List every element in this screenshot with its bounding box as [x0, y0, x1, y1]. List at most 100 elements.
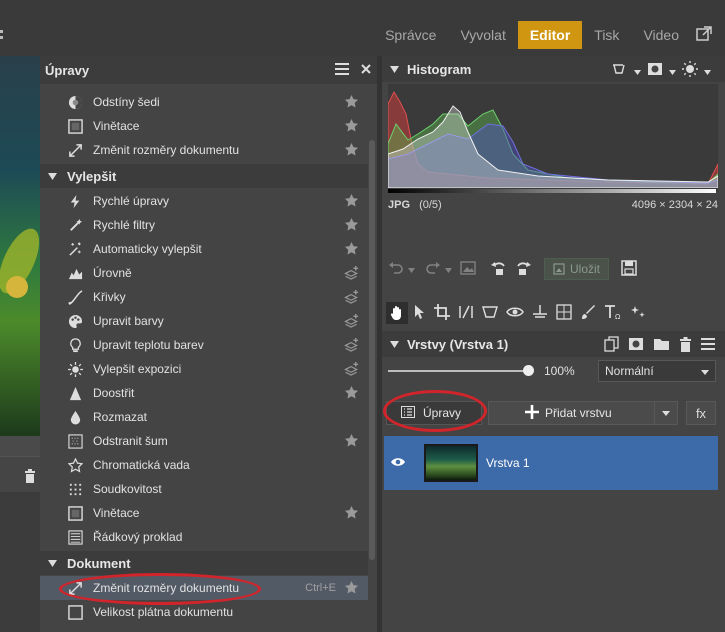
histogram-header[interactable]: Histogram: [382, 56, 725, 82]
menu-fragment-icon[interactable]: [0, 28, 6, 45]
blend-mode-select[interactable]: Normální: [598, 360, 716, 382]
tab-tisk[interactable]: Tisk: [582, 21, 631, 49]
star-icon[interactable]: [344, 142, 360, 158]
tab-video[interactable]: Video: [631, 21, 691, 49]
plus-icon: [525, 404, 539, 422]
mask-icon[interactable]: [647, 62, 663, 79]
adjustment-chromatic-aberration[interactable]: Chromatická vada: [40, 453, 368, 477]
opacity-slider[interactable]: [388, 370, 528, 372]
layer-plus-icon[interactable]: [344, 337, 360, 353]
sun-icon[interactable]: [682, 61, 698, 80]
adjustment-vignette-2[interactable]: Vinětace: [40, 501, 368, 525]
adjustment-levels[interactable]: Úrovně: [40, 261, 368, 285]
opacity-slider-thumb[interactable]: [523, 365, 534, 376]
layer-plus-icon[interactable]: [344, 361, 360, 377]
collapse-triangle-icon: [48, 169, 57, 183]
adjustment-blur[interactable]: Rozmazat: [40, 405, 368, 429]
star-icon[interactable]: [344, 580, 360, 596]
text-tool-icon[interactable]: Ω: [604, 304, 622, 323]
tab-spravce[interactable]: Správce: [373, 21, 448, 49]
adjustment-resize-document[interactable]: Změnit rozměry dokumentu: [40, 138, 368, 162]
star-icon[interactable]: [344, 217, 360, 233]
layer-effects-button[interactable]: fx: [686, 401, 716, 425]
undo-icon[interactable]: [388, 261, 404, 278]
external-window-icon[interactable]: [695, 25, 715, 45]
adjustment-denoise[interactable]: Odstranit šum: [40, 429, 368, 453]
section-document[interactable]: Dokument: [40, 551, 368, 575]
tab-editor[interactable]: Editor: [517, 21, 583, 49]
delete-layer-icon[interactable]: [679, 336, 692, 355]
layer-plus-icon[interactable]: [344, 313, 360, 329]
adjustment-grayscale[interactable]: Odstíny šedi: [40, 90, 368, 114]
hamburger-menu-icon[interactable]: [701, 338, 715, 353]
straighten-icon[interactable]: [458, 304, 474, 323]
image-compare-icon[interactable]: [460, 260, 476, 278]
hand-tool-icon[interactable]: [386, 302, 408, 324]
clone-icon[interactable]: [556, 303, 572, 323]
redo-icon[interactable]: [425, 261, 441, 278]
histogram-mode-icon[interactable]: [612, 62, 628, 79]
star-icon[interactable]: [344, 241, 360, 257]
select-arrow-icon[interactable]: [414, 304, 426, 323]
rotate-right-icon[interactable]: [514, 260, 532, 279]
chevron-down-icon[interactable]: [445, 262, 452, 276]
rotate-left-icon[interactable]: [490, 260, 508, 279]
hamburger-menu-icon[interactable]: [335, 62, 349, 78]
sharpen-icon: [67, 385, 83, 401]
trash-icon[interactable]: [24, 469, 36, 486]
adjustments-button[interactable]: Úpravy: [386, 401, 482, 425]
chevron-down-icon[interactable]: [704, 64, 711, 78]
star-icon[interactable]: [344, 94, 360, 110]
adjustment-sharpen[interactable]: Doostřit: [40, 381, 368, 405]
layers-header[interactable]: Vrstvy (Vrstva 1): [382, 331, 725, 357]
floppy-disk-icon[interactable]: [621, 259, 637, 279]
crop-icon[interactable]: [434, 303, 450, 323]
eye-icon[interactable]: [390, 456, 406, 471]
duplicate-layer-icon[interactable]: [604, 336, 619, 355]
adjustment-interlace[interactable]: Řádkový proklad: [40, 525, 368, 549]
adjustment-color-temperature[interactable]: Upravit teplotu barev: [40, 333, 368, 357]
adjustment-curves[interactable]: Křivky: [40, 285, 368, 309]
add-layer-button[interactable]: Přidat vrstvu: [488, 401, 658, 425]
effects-sparkle-icon[interactable]: [630, 304, 646, 323]
adjustment-label: Chromatická vada: [93, 458, 190, 472]
star-icon[interactable]: [344, 118, 360, 134]
chevron-down-icon[interactable]: [408, 262, 415, 276]
save-button[interactable]: Uložit: [544, 258, 610, 280]
perspective-icon[interactable]: [482, 304, 498, 323]
chevron-down-icon[interactable]: [634, 64, 641, 78]
chevron-down-icon: [662, 410, 670, 416]
star-icon[interactable]: [344, 433, 360, 449]
adjustment-quick-filters[interactable]: Rychlé filtry: [40, 213, 368, 237]
star-icon[interactable]: [344, 193, 360, 209]
star-icon[interactable]: [344, 385, 360, 401]
layer-mask-icon[interactable]: [628, 337, 644, 354]
adjustment-auto-enhance[interactable]: Automaticky vylepšit: [40, 237, 368, 261]
image-preview[interactable]: [0, 56, 40, 436]
adjustment-canvas-size[interactable]: Velikost plátna dokumentu: [40, 600, 368, 624]
folder-icon[interactable]: [653, 337, 670, 354]
save-image-icon: [553, 263, 565, 275]
red-eye-icon[interactable]: [506, 305, 524, 322]
adjustment-vignette[interactable]: Vinětace: [40, 114, 368, 138]
adjustment-resize-document-selected[interactable]: Změnit rozměry dokumentu Ctrl+E: [40, 576, 368, 600]
adjustment-exposure[interactable]: Vylepšit expozici: [40, 357, 368, 381]
scrollbar[interactable]: [369, 140, 375, 560]
save-label: Uložit: [570, 262, 601, 276]
close-icon[interactable]: [361, 63, 371, 77]
star-icon[interactable]: [344, 505, 360, 521]
layer-item[interactable]: Vrstva 1: [384, 436, 718, 490]
chevron-down-icon[interactable]: [669, 64, 676, 78]
add-layer-dropdown[interactable]: [654, 401, 678, 425]
adjustment-lens-distortion[interactable]: Soudkovitost: [40, 477, 368, 501]
layer-plus-icon[interactable]: [344, 289, 360, 305]
adjustment-quick-fixes[interactable]: Rychlé úpravy: [40, 189, 368, 213]
adjustment-label: Odstranit šum: [93, 434, 168, 448]
adjustments-list-icon: [401, 405, 415, 421]
level-horizon-icon[interactable]: [532, 304, 548, 323]
tab-vyvolat[interactable]: Vyvolat: [448, 21, 517, 49]
adjustment-colors[interactable]: Upravit barvy: [40, 309, 368, 333]
brush-icon[interactable]: [580, 304, 596, 323]
section-enhance[interactable]: Vylepšit: [40, 164, 368, 188]
layer-plus-icon[interactable]: [344, 265, 360, 281]
